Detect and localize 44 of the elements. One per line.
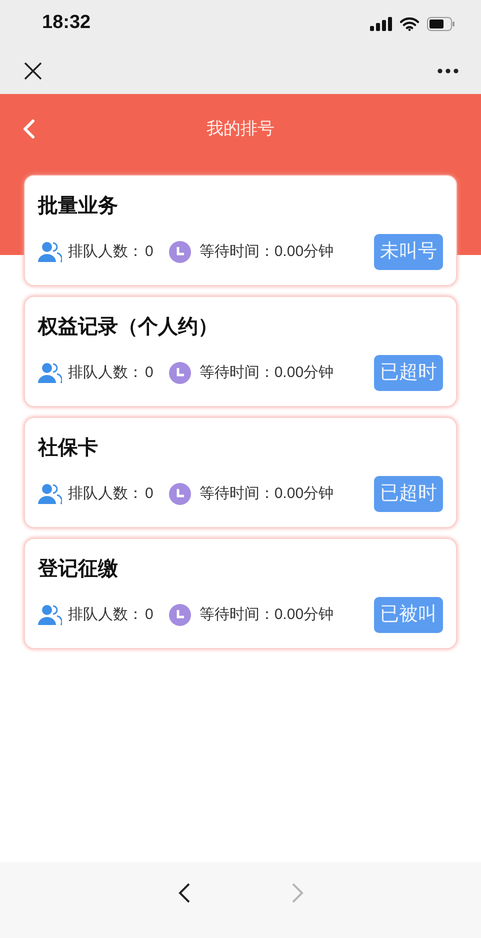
- wifi-icon: [400, 16, 419, 30]
- queue-card[interactable]: 社保卡 排队人数：0 等待时间：0.00分钟 已超时: [24, 417, 457, 528]
- status-time: 18:32: [42, 11, 91, 36]
- close-icon[interactable]: [24, 62, 42, 80]
- wait-time: 0.00分钟: [274, 484, 334, 504]
- service-title: 批量业务: [38, 194, 118, 219]
- queue-count-label: 排队人数：: [68, 362, 143, 383]
- service-title: 权益记录（个人约）: [38, 315, 218, 340]
- queue-count: 0: [145, 242, 154, 262]
- wait-time-label: 等待时间：: [199, 242, 274, 262]
- page-title: 我的排号: [206, 118, 276, 140]
- wait-time: 0.00分钟: [274, 362, 334, 383]
- people-icon: [38, 483, 62, 505]
- wait-time: 0.00分钟: [274, 242, 334, 262]
- clock-icon: [169, 241, 192, 263]
- queue-count-label: 排队人数：: [68, 484, 143, 504]
- status-badge: 已超时: [374, 476, 443, 512]
- wait-time-label: 等待时间：: [199, 604, 274, 625]
- queue-count: 0: [145, 484, 154, 504]
- queue-card[interactable]: 批量业务 排队人数：0 等待时间：0.00分钟 未叫号: [24, 175, 457, 286]
- status-badge: 已超时: [374, 355, 443, 391]
- wait-time: 0.00分钟: [274, 604, 334, 625]
- wait-time-label: 等待时间：: [199, 362, 274, 383]
- back-icon[interactable]: [22, 119, 36, 139]
- status-badge: 已被叫: [374, 597, 443, 633]
- queue-count-label: 排队人数：: [68, 242, 143, 262]
- clock-icon: [169, 604, 192, 626]
- queue-card[interactable]: 权益记录（个人约） 排队人数：0 等待时间：0.00分钟 已超时: [24, 296, 457, 407]
- more-icon[interactable]: [437, 68, 459, 74]
- people-icon: [38, 241, 62, 263]
- wait-time-label: 等待时间：: [199, 484, 274, 504]
- service-title: 社保卡: [38, 436, 98, 461]
- status-badge: 未叫号: [374, 234, 443, 270]
- signal-icon: [370, 16, 392, 30]
- clock-icon: [169, 362, 192, 384]
- queue-count: 0: [145, 604, 154, 625]
- service-title: 登记征缴: [38, 557, 118, 582]
- people-icon: [38, 604, 62, 626]
- battery-icon: [427, 16, 455, 30]
- clock-icon: [169, 483, 192, 505]
- queue-card[interactable]: 登记征缴 排队人数：0 等待时间：0.00分钟 已被叫: [24, 538, 457, 649]
- queue-count: 0: [145, 362, 154, 383]
- people-icon: [38, 362, 62, 384]
- queue-count-label: 排队人数：: [68, 604, 143, 625]
